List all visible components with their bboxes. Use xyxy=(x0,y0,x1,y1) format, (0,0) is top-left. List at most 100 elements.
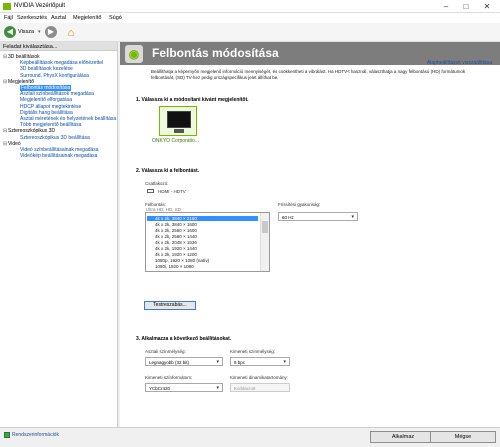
back-arrow-icon[interactable]: ◀ xyxy=(4,26,16,38)
apply-button[interactable]: Alkalmaz xyxy=(370,431,436,443)
resolution-option-label: 4k x 2k, 3840 × 1600 xyxy=(155,222,197,227)
title-bar: NVIDIA Vezérlőpult – □ ✕ xyxy=(0,0,500,13)
maximize-button[interactable]: □ xyxy=(456,1,476,12)
tree-item[interactable]: Videókép beállításainak megadása xyxy=(20,153,97,159)
restore-defaults-link[interactable]: Alapbeállítások visszaállítása xyxy=(427,60,492,66)
nvidia-app-icon xyxy=(3,3,11,10)
tree-item[interactable]: Sztereoszkópikus 3D beállítása xyxy=(20,135,90,141)
tree-item-label: Surround, PhysX konfigurálása xyxy=(20,72,89,79)
tree-item-label: Videókép beállításainak megadása xyxy=(20,153,98,160)
menu-desktop[interactable]: Asztal xyxy=(51,15,66,21)
system-info-link[interactable]: Rendszerinformációk xyxy=(12,432,59,438)
scrollbar-thumb[interactable] xyxy=(262,221,268,233)
resolution-option[interactable]: 1080p, 1920 × 1080 (natív) xyxy=(148,258,209,263)
back-button-label[interactable]: Vissza xyxy=(18,29,34,35)
close-button[interactable]: ✕ xyxy=(477,1,497,12)
tree-item[interactable]: 3D beállítások kezelése xyxy=(20,66,73,72)
monitor-stand xyxy=(174,129,184,133)
chevron-down-icon: ▾ xyxy=(351,214,354,220)
resolution-option[interactable]: 4k x 2k, 3840 × 1600 xyxy=(148,222,197,227)
dynamic-range-value: Korlátozott xyxy=(234,386,256,391)
tree-item-label: Videó színbeállításainak megadása xyxy=(20,147,99,153)
tree-group[interactable]: ⊟Megjelenítő xyxy=(3,79,34,85)
tree-group[interactable]: ⊟Videó xyxy=(3,141,21,147)
system-info-icon[interactable] xyxy=(4,432,10,438)
menu-file[interactable]: Fájl xyxy=(4,15,13,21)
page-description: Beállíthatja a képernyőn megjelenő infor… xyxy=(151,69,466,80)
tree-item[interactable]: Képbeállítások megadása előnézettel xyxy=(20,60,103,66)
menu-help[interactable]: Súgó xyxy=(109,15,122,21)
resolution-option[interactable]: 1080i, 1920 × 1080 xyxy=(148,264,194,269)
tree-item[interactable]: Digitális hang beállítása xyxy=(20,110,73,116)
home-icon[interactable]: ⌂ xyxy=(64,26,78,40)
resolution-scrollbar[interactable] xyxy=(260,213,269,271)
resolution-group-label: Ultra HD, HD, SD xyxy=(146,207,182,212)
refresh-rate-label: Frissítési gyakoriság: xyxy=(278,202,321,207)
chevron-down-icon: ▾ xyxy=(216,385,219,391)
menu-bar: Fájl Szerkesztés Asztal Megjelenítő Súgó xyxy=(0,13,500,23)
tree-item[interactable]: Surround, PhysX konfigurálása xyxy=(20,73,89,79)
tree-item[interactable]: Asztali színbeállítások megadása xyxy=(20,91,94,97)
color-depth-value: Legnagyobb (32 bit) xyxy=(149,360,190,365)
tree-group[interactable]: ⊟3D beállítások xyxy=(3,54,40,60)
refresh-rate-value: 60 Hz xyxy=(282,215,294,220)
resolution-option[interactable]: 4k x 2k, 1920 × 1200 xyxy=(148,252,197,257)
resolution-option[interactable]: 4k x 2k, 2048 × 1536 xyxy=(148,240,197,245)
section-select-display: 1. Válassza ki a módosítani kívánt megje… xyxy=(136,97,249,103)
menu-edit[interactable]: Szerkesztés xyxy=(17,15,47,21)
output-depth-label: Kimeneti színmélység: xyxy=(230,349,276,354)
back-dropdown-icon[interactable]: ▾ xyxy=(38,29,41,35)
minimize-button[interactable]: – xyxy=(436,1,456,12)
nvidia-logo-icon: ◉ xyxy=(125,45,143,63)
tree-item[interactable]: Megjelenítő elforgatása xyxy=(20,97,72,103)
tree-item-label: Sztereoszkópikus 3D beállítása xyxy=(20,134,90,141)
resolution-option[interactable]: 4k x 2k, 2560 × 1440 xyxy=(148,234,197,239)
chevron-down-icon: ▾ xyxy=(283,359,286,365)
tree-group-label: Megjelenítő xyxy=(8,78,34,85)
monitor-icon xyxy=(167,111,191,128)
menu-display[interactable]: Megjelenítő xyxy=(73,15,101,21)
color-depth-label: Asztali színmélység: xyxy=(145,349,186,354)
tree-item[interactable]: Asztal méretének és helyzetének beállítá… xyxy=(20,116,116,122)
resolution-option-label: 4k x 2k, 2560 × 1600 xyxy=(155,228,197,233)
tree-item-label: 3D beállítások kezelése xyxy=(20,66,73,73)
output-depth-select[interactable]: 8 bpc ▾ xyxy=(230,357,290,366)
connection-label: Csatlakozó: xyxy=(145,181,169,186)
resolution-option-label: 4k x 2k, 2048 × 1536 xyxy=(155,240,197,245)
task-pane-header: Feladat kiválasztása... xyxy=(0,42,117,51)
section-apply-settings: 3. Alkalmazza a következő beállításokat. xyxy=(136,336,232,342)
customize-button[interactable]: Testreszabás... xyxy=(144,301,196,310)
forward-arrow-icon[interactable]: ▶ xyxy=(45,26,57,38)
tree-item-label: Több megjelenítő beállítása xyxy=(20,122,82,129)
color-depth-select[interactable]: Legnagyobb (32 bit) ▾ xyxy=(145,357,223,366)
resolution-option[interactable]: 4k x 2k, 1920 × 1440 xyxy=(148,246,197,251)
page-title: Felbontás módosítása xyxy=(152,46,279,60)
tree-group-label: 3D beállítások xyxy=(8,54,40,60)
resolution-option[interactable]: 4k x 2k, 3840 × 2160 xyxy=(147,216,258,221)
output-format-select[interactable]: YCbCr420 ▾ xyxy=(145,383,223,392)
output-format-value: YCbCr420 xyxy=(149,386,171,391)
tree-item-label: Megjelenítő elforgatása xyxy=(20,97,72,104)
tree-item[interactable]: Videó színbeállításainak megadása xyxy=(20,147,99,153)
cancel-button[interactable]: Mégse xyxy=(430,431,496,443)
connection-value: HDMI - HDTV xyxy=(158,189,186,194)
tree-item-label: Felbontás módosítása xyxy=(21,85,71,91)
toolbar: ◀ Vissza ▾ ▶ ⌂ xyxy=(0,23,500,42)
display-tile[interactable] xyxy=(159,106,197,136)
task-tree-pane: Feladat kiválasztása... ⊟3D beállítások K… xyxy=(0,42,118,427)
resolution-option-label: 4k x 2k, 1920 × 1440 xyxy=(155,246,197,251)
resolution-option-label: 1080i, 1920 × 1080 xyxy=(155,264,194,269)
resolution-option-label: 720p, 1680 × 1050 xyxy=(148,270,193,271)
tree-item[interactable]: Több megjelenítő beállítása xyxy=(20,122,81,128)
tree-group[interactable]: ⊟Sztereoszkópikus 3D xyxy=(3,128,55,134)
resolution-option[interactable]: 720p, 1680 × 1050 xyxy=(148,270,193,271)
tree-item[interactable]: Felbontás módosítása xyxy=(20,85,72,91)
resolution-option-label: 1080p, 1920 × 1080 (natív) xyxy=(155,258,210,263)
resolution-option[interactable]: 4k x 2k, 2560 × 1600 xyxy=(148,228,197,233)
resolution-list[interactable]: 4k x 2k, 3840 × 2160 4k x 2k, 3840 × 1600… xyxy=(145,212,270,272)
section-select-resolution: 2. Válassza ki a felbontást. xyxy=(136,168,200,174)
resolution-option-label: 4k x 2k, 3840 × 2160 xyxy=(155,216,197,221)
tree-item[interactable]: HDCP állapot megtekintése xyxy=(20,104,81,110)
refresh-rate-select[interactable]: 60 Hz ▾ xyxy=(278,212,358,221)
tree-item-label: Képbeállítások megadása előnézettel xyxy=(20,60,104,67)
